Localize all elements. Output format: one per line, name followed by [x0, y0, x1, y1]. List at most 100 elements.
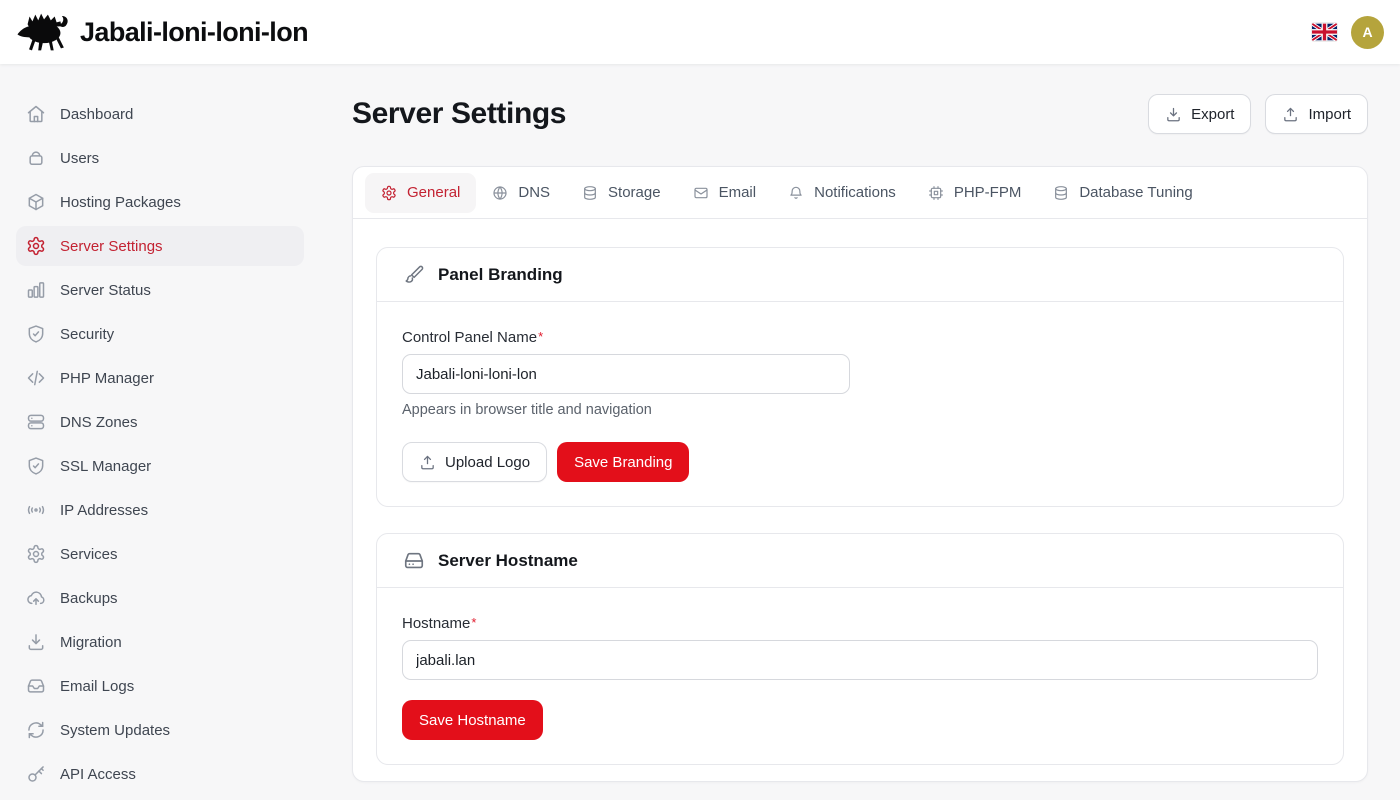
- sidebar-item-migration[interactable]: Migration: [16, 622, 304, 662]
- card-button-row: Save Hostname: [402, 700, 1318, 740]
- upload-logo-button[interactable]: Upload Logo: [402, 442, 547, 482]
- sidebar-item-dashboard[interactable]: Dashboard: [16, 94, 304, 134]
- card-body: Hostname* Save Hostname: [377, 588, 1343, 764]
- field-label: Hostname*: [402, 615, 1318, 632]
- tab-storage[interactable]: Storage: [566, 173, 677, 213]
- sidebar-item-server-status[interactable]: Server Status: [16, 270, 304, 310]
- shield-check-icon: [26, 324, 46, 344]
- sidebar-item-php-manager[interactable]: PHP Manager: [16, 358, 304, 398]
- export-button[interactable]: Export: [1148, 94, 1251, 134]
- sidebar-item-label: Backups: [60, 590, 118, 607]
- gear-icon: [26, 544, 46, 564]
- tab-php-fpm[interactable]: PHP-FPM: [912, 173, 1038, 213]
- tab-bar: General DNS Storage Email Notifications PHP-F…: [353, 167, 1367, 219]
- card-body: Control Panel Name* Appears in browser ti…: [377, 302, 1343, 506]
- sidebar-item-label: PHP Manager: [60, 370, 154, 387]
- sidebar-item-label: Email Logs: [60, 678, 134, 695]
- tab-database-tuning[interactable]: Database Tuning: [1037, 173, 1208, 213]
- required-asterisk: *: [538, 329, 543, 344]
- panel-branding-card: Panel Branding Control Panel Name* Appears…: [376, 247, 1344, 507]
- import-button[interactable]: Import: [1265, 94, 1368, 134]
- upload-icon: [1282, 106, 1299, 123]
- page-title-row: Server Settings Export Import: [352, 94, 1368, 134]
- package-icon: [26, 192, 46, 212]
- tab-label: PHP-FPM: [954, 184, 1022, 201]
- sidebar-item-backups[interactable]: Backups: [16, 578, 304, 618]
- page-actions: Export Import: [1148, 94, 1368, 134]
- button-label: Export: [1191, 106, 1234, 123]
- card-button-row: Upload Logo Save Branding: [402, 442, 1318, 482]
- tab-label: DNS: [518, 184, 550, 201]
- tab-label: Database Tuning: [1079, 184, 1192, 201]
- tab-label: General: [407, 184, 460, 201]
- key-icon: [26, 764, 46, 784]
- sidebar-item-label: Migration: [60, 634, 122, 651]
- tab-email[interactable]: Email: [677, 173, 773, 213]
- download-icon: [26, 632, 46, 652]
- sidebar-item-email-logs[interactable]: Email Logs: [16, 666, 304, 706]
- page-title: Server Settings: [352, 97, 566, 131]
- control-panel-name-input[interactable]: [402, 354, 850, 394]
- field-label-text: Control Panel Name: [402, 329, 537, 346]
- field-label: Control Panel Name*: [402, 329, 1318, 346]
- tab-dns[interactable]: DNS: [476, 173, 566, 213]
- server-stack-icon: [26, 412, 46, 432]
- inbox-icon: [26, 676, 46, 696]
- bar-chart-icon: [26, 280, 46, 300]
- sidebar-item-label: DNS Zones: [60, 414, 138, 431]
- sidebar-item-label: Services: [60, 546, 118, 563]
- tab-notifications[interactable]: Notifications: [772, 173, 912, 213]
- gear-icon: [381, 185, 397, 201]
- sidebar-item-api-access[interactable]: API Access: [16, 754, 304, 794]
- settings-cards-area: Panel BrandingControl Panel Name*Appears…: [353, 219, 1367, 765]
- home-icon: [26, 104, 46, 124]
- sidebar-item-label: System Updates: [60, 722, 170, 739]
- sidebar-item-label: Server Status: [60, 282, 151, 299]
- sidebar-item-label: IP Addresses: [60, 502, 148, 519]
- button-label: Save Branding: [574, 454, 672, 471]
- sidebar-item-ssl-manager[interactable]: SSL Manager: [16, 446, 304, 486]
- tab-label: Storage: [608, 184, 661, 201]
- brand-title: Jabali-loni-loni-lon: [80, 17, 308, 48]
- sidebar-item-label: Dashboard: [60, 106, 133, 123]
- sidebar-item-ip-addresses[interactable]: IP Addresses: [16, 490, 304, 530]
- sidebar-item-users[interactable]: Users: [16, 138, 304, 178]
- user-avatar[interactable]: A: [1351, 16, 1384, 49]
- users-icon: [26, 148, 46, 168]
- field-helper-text: Appears in browser title and navigation: [402, 402, 1318, 418]
- card-header: Panel Branding: [377, 248, 1343, 302]
- refresh-icon: [26, 720, 46, 740]
- field-label-text: Hostname: [402, 615, 470, 632]
- sidebar-item-system-updates[interactable]: System Updates: [16, 710, 304, 750]
- save-branding-button[interactable]: Save Branding: [557, 442, 689, 482]
- sidebar-item-hosting-packages[interactable]: Hosting Packages: [16, 182, 304, 222]
- card-title: Server Hostname: [438, 551, 578, 571]
- required-asterisk: *: [471, 615, 476, 630]
- database-icon: [1053, 185, 1069, 201]
- card-title: Panel Branding: [438, 265, 563, 285]
- sidebar-item-label: SSL Manager: [60, 458, 151, 475]
- save-hostname-button[interactable]: Save Hostname: [402, 700, 543, 740]
- code-icon: [26, 368, 46, 388]
- sidebar-item-server-settings[interactable]: Server Settings: [16, 226, 304, 266]
- sidebar-item-security[interactable]: Security: [16, 314, 304, 354]
- gear-icon: [26, 236, 46, 256]
- sidebar-item-dns-zones[interactable]: DNS Zones: [16, 402, 304, 442]
- tab-label: Notifications: [814, 184, 896, 201]
- app-header: Jabali-loni-loni-lon A: [0, 0, 1400, 64]
- sidebar-item-label: Security: [60, 326, 114, 343]
- bell-icon: [788, 185, 804, 201]
- sidebar-item-label: API Access: [60, 766, 136, 783]
- settings-panel: General DNS Storage Email Notifications PHP-F…: [352, 166, 1368, 782]
- uk-flag-icon[interactable]: [1312, 23, 1337, 41]
- sidebar-item-label: Server Settings: [60, 238, 163, 255]
- tab-general[interactable]: General: [365, 173, 476, 213]
- cpu-icon: [928, 185, 944, 201]
- button-label: Save Hostname: [419, 712, 526, 729]
- hostname-input[interactable]: [402, 640, 1318, 680]
- tab-label: Email: [719, 184, 757, 201]
- boar-logo-icon: [16, 10, 74, 54]
- sidebar-item-services[interactable]: Services: [16, 534, 304, 574]
- shield-check-icon: [26, 456, 46, 476]
- upload-icon: [419, 454, 436, 471]
